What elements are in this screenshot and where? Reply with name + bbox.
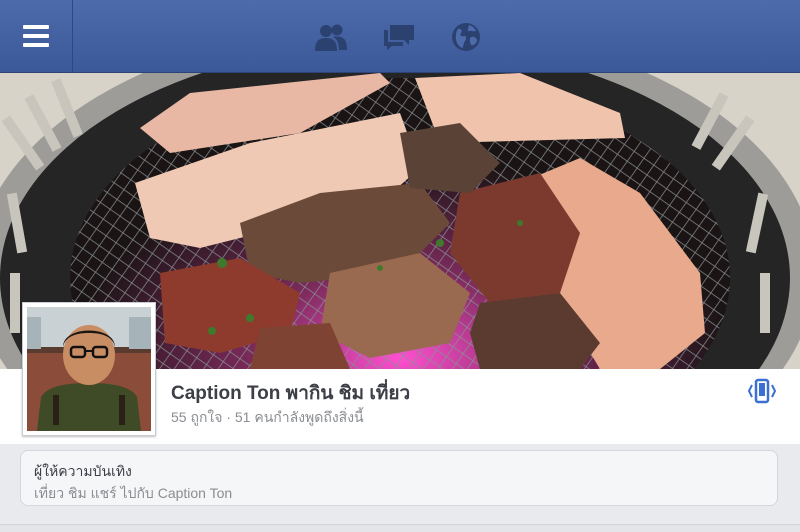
vibrate-phone-icon[interactable] [745, 377, 779, 407]
menu-button[interactable] [0, 0, 73, 72]
messages-icon[interactable] [381, 20, 417, 54]
page-category-box[interactable]: ผู้ให้ความบันเทิง เที่ยว ชิม แชร์ ไปกับ … [20, 450, 778, 506]
hamburger-menu-icon [23, 25, 49, 47]
friend-requests-icon[interactable] [313, 20, 349, 54]
category-description: เที่ยว ชิม แชร์ ไปกับ Caption Ton [34, 485, 233, 501]
notifications-globe-icon[interactable] [448, 20, 484, 54]
top-navigation-bar [0, 0, 800, 73]
category-title: ผู้ให้ความบันเทิง [34, 463, 132, 479]
page-stats: 55 ถูกใจ · 51 คนกำลังพูดถึงสิ่งนี้ [171, 409, 364, 425]
page-title: Caption Ton พากิน ชิม เที่ยว [171, 383, 411, 404]
profile-picture[interactable] [22, 302, 156, 436]
